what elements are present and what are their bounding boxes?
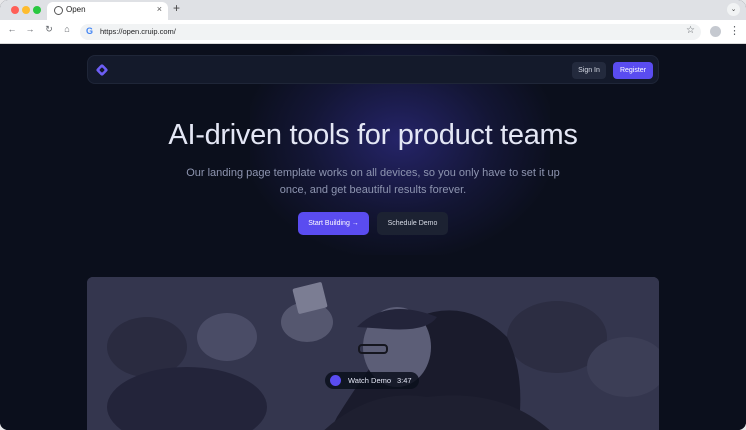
- url-text[interactable]: https://open.cruip.com/: [100, 27, 176, 36]
- browser-window: Open × + ⌄ ← → ↻ ⌂ G https://open.cruip.…: [0, 0, 746, 430]
- sign-in-button[interactable]: Sign In: [572, 62, 606, 79]
- tab-title: Open: [66, 5, 86, 14]
- watch-demo-label: Watch Demo: [348, 376, 392, 385]
- google-icon: G: [86, 26, 94, 36]
- register-button[interactable]: Register: [613, 62, 653, 79]
- hero-subtitle: Our landing page template works on all d…: [186, 167, 560, 196]
- watch-separator: -: [389, 375, 392, 384]
- bookmark-star-icon[interactable]: ☆: [686, 25, 695, 36]
- people-photo-illustration: [87, 277, 659, 430]
- demo-video-thumbnail[interactable]: [87, 277, 659, 430]
- video-duration: 3:47: [397, 376, 412, 385]
- forward-icon[interactable]: →: [23, 24, 37, 34]
- schedule-demo-button[interactable]: Schedule Demo: [377, 212, 448, 235]
- back-icon[interactable]: ←: [5, 24, 19, 34]
- home-icon[interactable]: ⌂: [60, 24, 74, 34]
- tab-open[interactable]: Open ×: [47, 2, 168, 20]
- address-bar[interactable]: G https://open.cruip.com/ ☆: [80, 24, 701, 40]
- reload-icon[interactable]: ↻: [42, 24, 56, 35]
- globe-icon: [54, 6, 63, 15]
- minimize-window-button[interactable]: [22, 6, 30, 14]
- browser-menu-icon[interactable]: ⋮: [729, 24, 740, 37]
- new-tab-button[interactable]: +: [173, 1, 180, 15]
- maximize-window-button[interactable]: [33, 6, 41, 14]
- profile-avatar-icon[interactable]: [710, 26, 721, 37]
- play-icon: [330, 375, 341, 386]
- start-building-button[interactable]: Start Building →: [298, 212, 369, 235]
- hero-title: AI-driven tools for product teams: [168, 119, 578, 151]
- watch-demo-button[interactable]: Watch Demo - 3:47: [325, 372, 419, 389]
- close-window-button[interactable]: [11, 6, 19, 14]
- tab-search-icon[interactable]: ⌄: [727, 3, 740, 16]
- logo-icon[interactable]: [95, 63, 109, 77]
- browser-toolbar: ← → ↻ ⌂ G https://open.cruip.com/ ☆: [0, 20, 746, 44]
- tab-strip: Open × + ⌄: [0, 0, 746, 20]
- tab-close-icon[interactable]: ×: [157, 4, 162, 14]
- site-header: Sign In Register: [87, 55, 659, 84]
